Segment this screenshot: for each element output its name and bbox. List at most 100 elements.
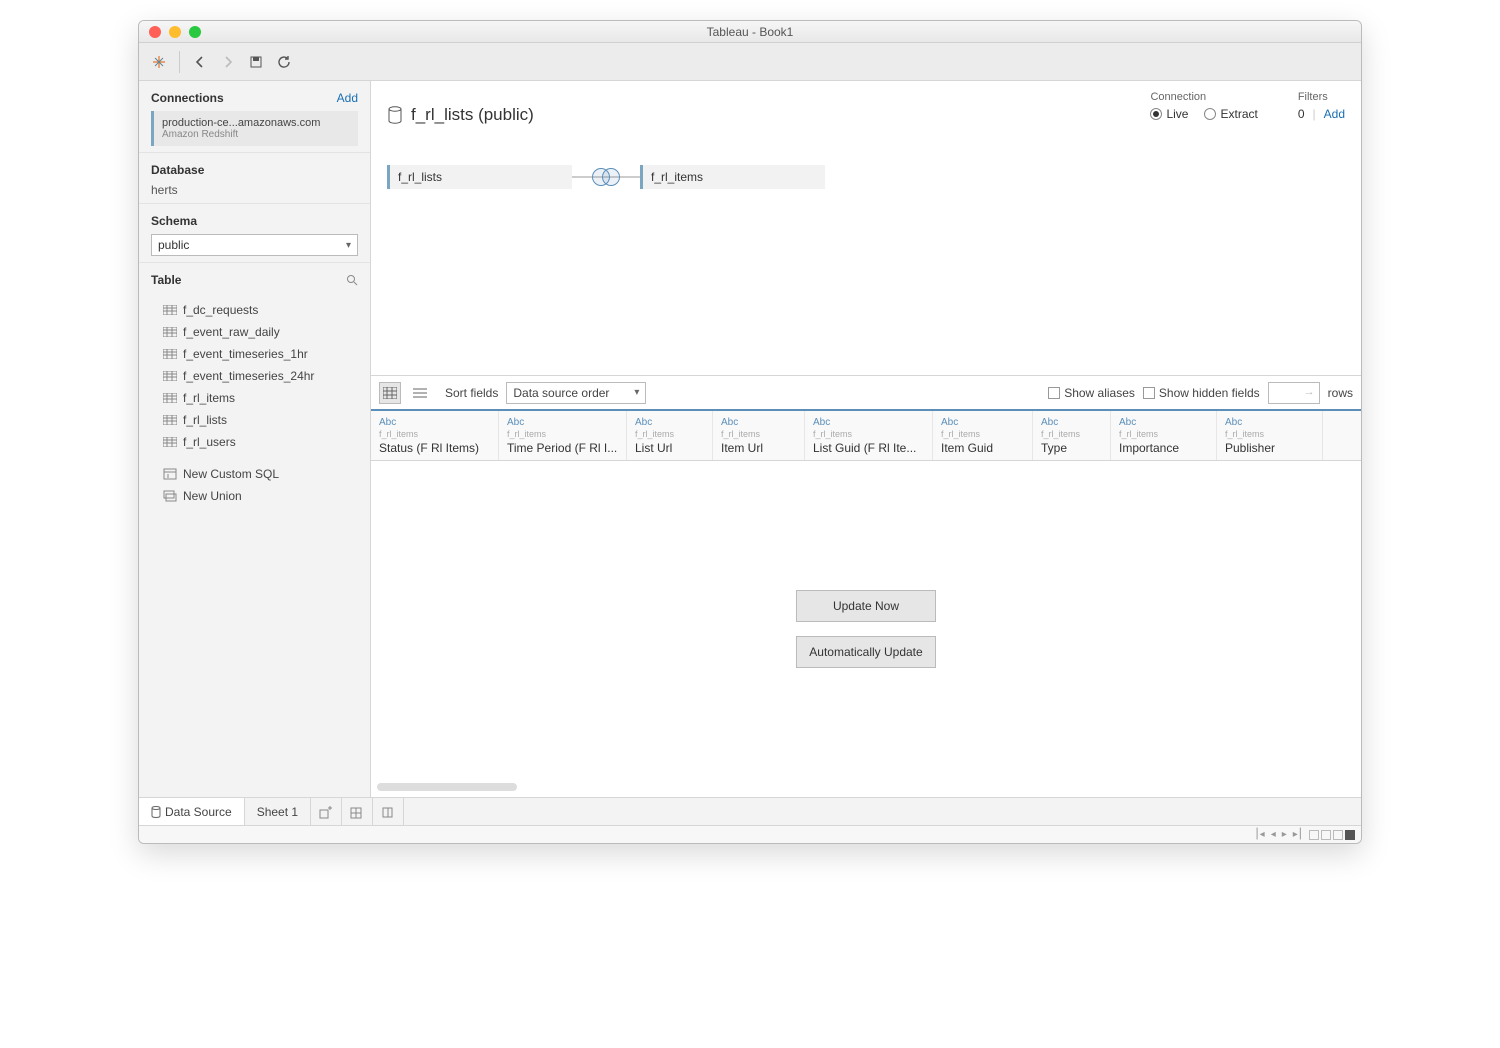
grid-column-header[interactable]: Abcf_rl_itemsStatus (F Rl Items) [371,411,499,460]
new-union[interactable]: New Union [151,485,358,507]
venn-icon [592,168,620,186]
checkbox-icon [1048,387,1060,399]
forward-button[interactable] [216,50,240,74]
table-name: f_event_timeseries_1hr [183,347,308,361]
column-type: Abc [1119,417,1208,428]
grid-column-header[interactable]: Abcf_rl_itemsItem Guid [933,411,1033,460]
maximize-icon[interactable] [189,26,201,38]
tab-data-source-label: Data Source [165,805,232,819]
database-label: Database [151,163,204,177]
column-type: Abc [813,417,924,428]
save-button[interactable] [244,50,268,74]
table-icon [163,327,177,337]
horizontal-scrollbar[interactable] [377,783,517,791]
update-now-button[interactable]: Update Now [796,590,936,622]
table-icon [163,393,177,403]
column-source: f_rl_items [813,429,924,439]
column-name: Importance [1119,441,1208,455]
grid-column-header[interactable]: Abcf_rl_itemsList Guid (F Rl Ite... [805,411,933,460]
add-connection-link[interactable]: Add [337,91,358,105]
grid-column-header[interactable]: Abcf_rl_itemsImportance [1111,411,1217,460]
nav-first-icon[interactable]: ⎮◂ [1254,829,1264,840]
grid-column-header[interactable]: Abcf_rl_itemsType [1033,411,1111,460]
table-row[interactable]: f_dc_requests [151,299,358,321]
table-name: f_event_timeseries_24hr [183,369,314,383]
list-view-button[interactable] [409,382,431,404]
column-type: Abc [721,417,796,428]
database-section: Database herts [139,153,370,204]
add-filter-link[interactable]: Add [1324,107,1345,121]
column-name: List Url [635,441,704,455]
separator [179,51,180,73]
new-story-button[interactable] [373,798,404,825]
tab-data-source[interactable]: Data Source [139,798,245,825]
refresh-button[interactable] [272,50,296,74]
filters-count: 0 [1298,107,1305,121]
datasource-title[interactable]: f_rl_lists (public) [411,105,534,125]
radio-live[interactable]: Live [1150,107,1188,121]
table-icon [163,371,177,381]
join-left-label: f_rl_lists [398,170,442,184]
grid-view-button[interactable] [379,382,401,404]
table-icon [163,349,177,359]
table-icon [163,305,177,315]
auto-update-button[interactable]: Automatically Update [796,636,936,668]
join-table-right[interactable]: f_rl_items [640,165,825,189]
view-icons[interactable] [1309,830,1355,840]
grid-column-header[interactable]: Abcf_rl_itemsPublisher [1217,411,1323,460]
radio-extract[interactable]: Extract [1204,107,1257,121]
show-aliases-checkbox[interactable]: Show aliases [1048,386,1135,400]
table-name: f_dc_requests [183,303,258,317]
rows-input[interactable] [1268,382,1320,404]
grid-column-header[interactable]: Abcf_rl_itemsTime Period (F Rl I... [499,411,627,460]
column-name: Item Guid [941,441,1024,455]
new-dashboard-button[interactable] [342,798,373,825]
column-source: f_rl_items [635,429,704,439]
sort-fields-label: Sort fields [445,386,498,400]
table-row[interactable]: f_rl_items [151,387,358,409]
join-right-label: f_rl_items [651,170,703,184]
sort-fields-select[interactable]: Data source order [506,382,646,404]
show-hidden-label: Show hidden fields [1159,386,1260,400]
rows-label: rows [1328,386,1353,400]
connection-mode-label: Connection [1150,91,1257,103]
search-icon[interactable] [346,274,358,286]
table-row[interactable]: f_rl_users [151,431,358,453]
new-worksheet-button[interactable] [311,798,342,825]
table-row[interactable]: f_event_timeseries_1hr [151,343,358,365]
radio-on-icon [1150,108,1162,120]
tableau-logo-icon[interactable] [147,50,171,74]
table-row[interactable]: f_event_timeseries_24hr [151,365,358,387]
show-hidden-checkbox[interactable]: Show hidden fields [1143,386,1260,400]
minimize-icon[interactable] [169,26,181,38]
table-row[interactable]: f_rl_lists [151,409,358,431]
radio-off-icon [1204,108,1216,120]
app-window: Tableau - Book1 Connections Add [138,20,1362,844]
column-source: f_rl_items [1041,429,1102,439]
connection-item[interactable]: production-ce...amazonaws.com Amazon Red… [151,111,358,146]
nav-last-icon[interactable]: ▸⎮ [1293,829,1303,840]
sql-icon [163,468,177,480]
chevron-down-icon: ▾ [346,240,351,251]
new-custom-sql-label: New Custom SQL [183,467,279,481]
new-custom-sql[interactable]: New Custom SQL [151,463,358,485]
connections-section: Connections Add production-ce...amazonaw… [139,81,370,153]
back-button[interactable] [188,50,212,74]
close-icon[interactable] [149,26,161,38]
grid-controls: Sort fields Data source order Show alias… [371,375,1361,409]
join-connector[interactable] [572,176,640,178]
nav-next-icon[interactable]: ▸ [1282,829,1287,840]
table-list: f_dc_requests f_event_raw_daily f_event_ti… [151,293,358,453]
join-table-left[interactable]: f_rl_lists [387,165,572,189]
column-name: Status (F Rl Items) [379,441,490,455]
checkbox-icon [1143,387,1155,399]
join-canvas[interactable]: f_rl_lists f_rl_items [371,125,1361,375]
grid-column-header[interactable]: Abcf_rl_itemsList Url [627,411,713,460]
nav-prev-icon[interactable]: ◂ [1271,829,1276,840]
table-row[interactable]: f_event_raw_daily [151,321,358,343]
table-name: f_event_raw_daily [183,325,280,339]
schema-select[interactable]: public ▾ [151,234,358,256]
database-icon [387,106,403,124]
tab-sheet1[interactable]: Sheet 1 [245,798,311,825]
grid-column-header[interactable]: Abcf_rl_itemsItem Url [713,411,805,460]
